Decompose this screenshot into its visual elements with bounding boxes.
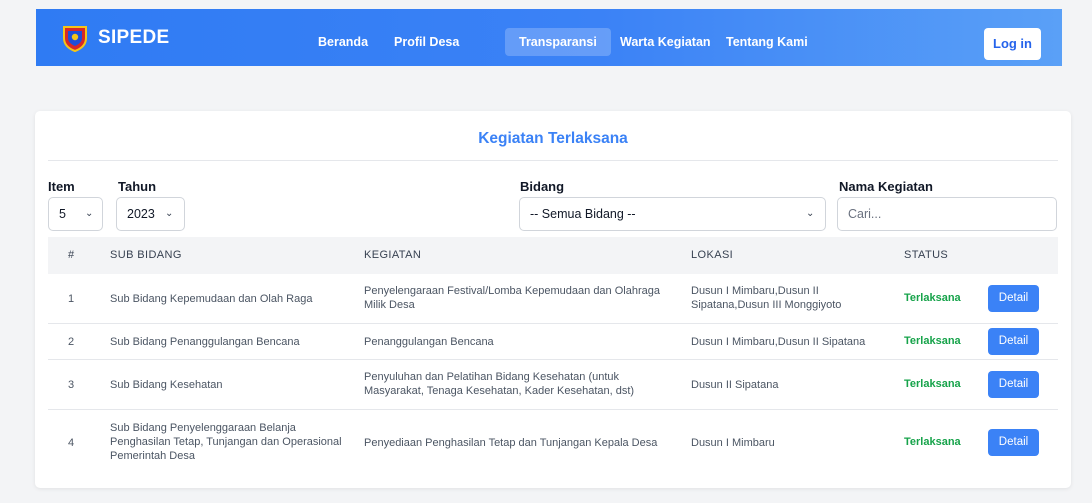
login-button[interactable]: Log in bbox=[984, 28, 1041, 60]
item-label: Item bbox=[48, 179, 75, 194]
nav-transparansi[interactable]: Transparansi bbox=[505, 28, 611, 56]
brand-name: SIPEDE bbox=[98, 27, 170, 48]
detail-button[interactable]: Detail bbox=[988, 429, 1039, 456]
chevron-down-icon: ⌄ bbox=[165, 208, 174, 219]
table-row: 1 Sub Bidang Kepemudaan dan Olah Raga Pe… bbox=[48, 274, 1058, 324]
bidang-label: Bidang bbox=[520, 179, 565, 194]
tahun-label: Tahun bbox=[118, 179, 157, 194]
col-lokasi: LOKASI bbox=[691, 249, 734, 261]
row-number: 2 bbox=[68, 336, 75, 348]
brand[interactable]: SIPEDE bbox=[62, 23, 170, 53]
lokasi-cell: Dusun II Sipatana bbox=[691, 379, 779, 391]
row-number: 4 bbox=[68, 437, 75, 449]
table-row: 4 Sub Bidang Penyelenggaraan Belanja Pen… bbox=[48, 410, 1058, 475]
sub-bidang-cell: Sub Bidang Penanggulangan Bencana bbox=[110, 336, 300, 348]
row-number: 1 bbox=[68, 293, 75, 305]
lokasi-cell: Dusun I Mimbaru,Dusun II Sipatana bbox=[691, 336, 866, 348]
tahun-value: 2023 bbox=[127, 207, 155, 221]
village-emblem-icon bbox=[63, 26, 87, 52]
status-badge: Terlaksana bbox=[904, 292, 961, 304]
bidang-select[interactable]: -- Semua Bidang -- ⌄ bbox=[519, 197, 826, 231]
detail-button[interactable]: Detail bbox=[988, 371, 1039, 398]
kegiatan-cell: Penyuluhan dan Pelatihan Bidang Kesehata… bbox=[364, 371, 635, 397]
detail-button[interactable]: Detail bbox=[988, 285, 1039, 312]
search-input[interactable]: Cari... bbox=[837, 197, 1057, 231]
table-header: # SUB BIDANG KEGIATAN LOKASI STATUS bbox=[48, 237, 1058, 274]
kegiatan-cell: Penyelengaraan Festival/Lomba Kepemudaan… bbox=[364, 285, 660, 311]
lokasi-cell: Dusun I Mimbaru,Dusun II Sipatana,Dusun … bbox=[691, 285, 842, 311]
lokasi-cell: Dusun I Mimbaru bbox=[691, 437, 775, 449]
nav-warta-kegiatan[interactable]: Warta Kegiatan bbox=[606, 28, 725, 56]
col-kegiatan: KEGIATAN bbox=[364, 249, 422, 261]
sub-bidang-cell: Sub Bidang Penyelenggaraan Belanja Pengh… bbox=[110, 422, 342, 462]
nav-tentang-kami[interactable]: Tentang Kami bbox=[712, 28, 822, 56]
status-badge: Terlaksana bbox=[904, 436, 961, 448]
divider bbox=[48, 160, 1058, 161]
item-value: 5 bbox=[59, 207, 66, 221]
chevron-down-icon: ⌄ bbox=[806, 208, 815, 219]
nav-profil-desa[interactable]: Profil Desa bbox=[380, 28, 473, 56]
col-sub-bidang: SUB BIDANG bbox=[110, 249, 182, 261]
col-status: STATUS bbox=[904, 249, 949, 261]
status-badge: Terlaksana bbox=[904, 335, 961, 347]
status-badge: Terlaksana bbox=[904, 378, 961, 390]
nav-beranda[interactable]: Beranda bbox=[304, 28, 382, 56]
kegiatan-cell: Penanggulangan Bencana bbox=[364, 336, 494, 348]
row-number: 3 bbox=[68, 379, 75, 391]
table-row: 2 Sub Bidang Penanggulangan Bencana Pena… bbox=[48, 324, 1058, 360]
sub-bidang-cell: Sub Bidang Kepemudaan dan Olah Raga bbox=[110, 293, 313, 305]
activities-card: Kegiatan Terlaksana Item 5 ⌄ Tahun 2023 … bbox=[35, 111, 1071, 488]
card-title: Kegiatan Terlaksana bbox=[478, 130, 628, 147]
tahun-select[interactable]: 2023 ⌄ bbox=[116, 197, 185, 231]
col-number: # bbox=[68, 249, 75, 261]
chevron-down-icon: ⌄ bbox=[85, 208, 94, 219]
nama-kegiatan-label: Nama Kegiatan bbox=[839, 179, 933, 194]
table-row: 3 Sub Bidang Kesehatan Penyuluhan dan Pe… bbox=[48, 360, 1058, 410]
kegiatan-cell: Penyediaan Penghasilan Tetap dan Tunjang… bbox=[364, 437, 658, 449]
sub-bidang-cell: Sub Bidang Kesehatan bbox=[110, 379, 223, 391]
top-navbar: SIPEDE Beranda Profil Desa Transparansi … bbox=[36, 9, 1062, 66]
item-select[interactable]: 5 ⌄ bbox=[48, 197, 103, 231]
detail-button[interactable]: Detail bbox=[988, 328, 1039, 355]
bidang-value: -- Semua Bidang -- bbox=[530, 207, 636, 221]
